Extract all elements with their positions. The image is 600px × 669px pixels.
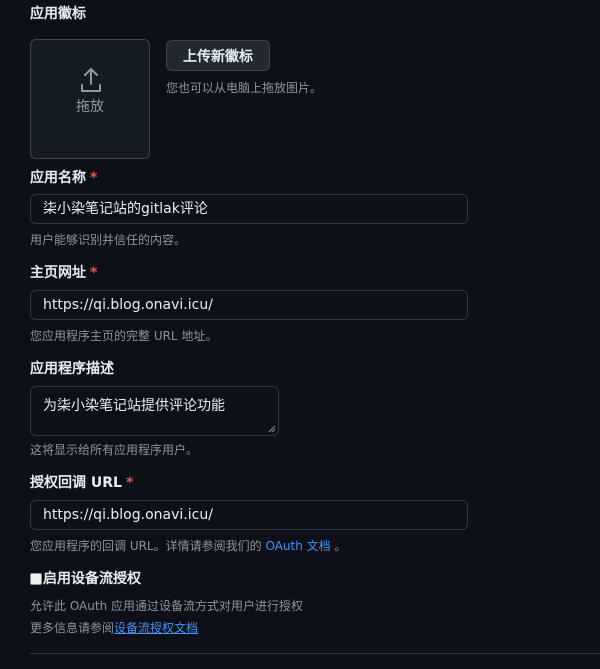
app-name-input[interactable]: 柒小染笔记站的gitlak评论 (30, 194, 468, 224)
callback-hint-text: 您应用程序的回调 URL。详情请参阅我们的 (30, 539, 266, 553)
app-name-label-text: 应用名称 (30, 170, 86, 186)
section-divider (30, 653, 600, 654)
logo-drop-zone[interactable]: 拖放 (30, 39, 150, 159)
callback-url-input[interactable]: https://qi.blog.onavi.icu/ (30, 500, 468, 530)
callback-hint: 您应用程序的回调 URL。详情请参阅我们的 OAuth 文档 。 (30, 538, 346, 554)
device-flow-description: 允许此 OAuth 应用通过设备流方式对用户进行授权 (30, 599, 303, 613)
resize-grip-icon[interactable] (268, 425, 276, 433)
device-flow-docs-link[interactable]: 设备流授权文档 (114, 621, 198, 635)
app-name-hint: 用户能够识别并信任的内容。 (30, 233, 187, 247)
logo-label: 应用徽标 (30, 6, 86, 22)
required-mark: * (125, 475, 134, 491)
required-mark: * (90, 170, 98, 186)
required-mark: * (90, 265, 98, 281)
device-flow-more-text: 更多信息请参阅 (30, 621, 115, 635)
homepage-hint: 您应用程序主页的完整 URL 地址。 (30, 329, 218, 343)
homepage-label: 主页网址 * (30, 263, 97, 283)
description-textarea[interactable]: 为柒小染笔记站提供评论功能 (30, 386, 279, 436)
upload-icon (81, 68, 101, 92)
upload-logo-button[interactable]: 上传新徽标 (166, 40, 270, 71)
description-label: 应用程序描述 (30, 361, 114, 377)
app-name-label: 应用名称 * (30, 168, 97, 188)
homepage-url-input[interactable]: https://qi.blog.onavi.icu/ (30, 290, 468, 320)
drop-zone-text: 拖放 (76, 99, 104, 115)
device-flow-more-info: 更多信息请参阅设备流授权文档 (30, 620, 198, 636)
callback-label: 授权回调 URL * (30, 473, 133, 493)
oauth-app-settings-form: 应用徽标 拖放 上传新徽标 您也可以从电脑上拖放图片。 应用名称 * 柒小染笔记站… (0, 0, 600, 669)
logo-hint: 您也可以从电脑上拖放图片。 (166, 81, 323, 95)
device-flow-checkbox[interactable] (30, 573, 42, 585)
callback-hint-suffix: 。 (330, 539, 347, 553)
homepage-label-text: 主页网址 (30, 265, 86, 281)
callback-label-text: 授权回调 URL (30, 475, 122, 491)
device-flow-label[interactable]: 启用设备流授权 (43, 569, 141, 589)
oauth-docs-link[interactable]: OAuth 文档 (265, 539, 330, 553)
description-text: 为柒小染笔记站提供评论功能 (43, 398, 225, 414)
description-hint: 这将显示给所有应用程序用户。 (30, 443, 199, 457)
